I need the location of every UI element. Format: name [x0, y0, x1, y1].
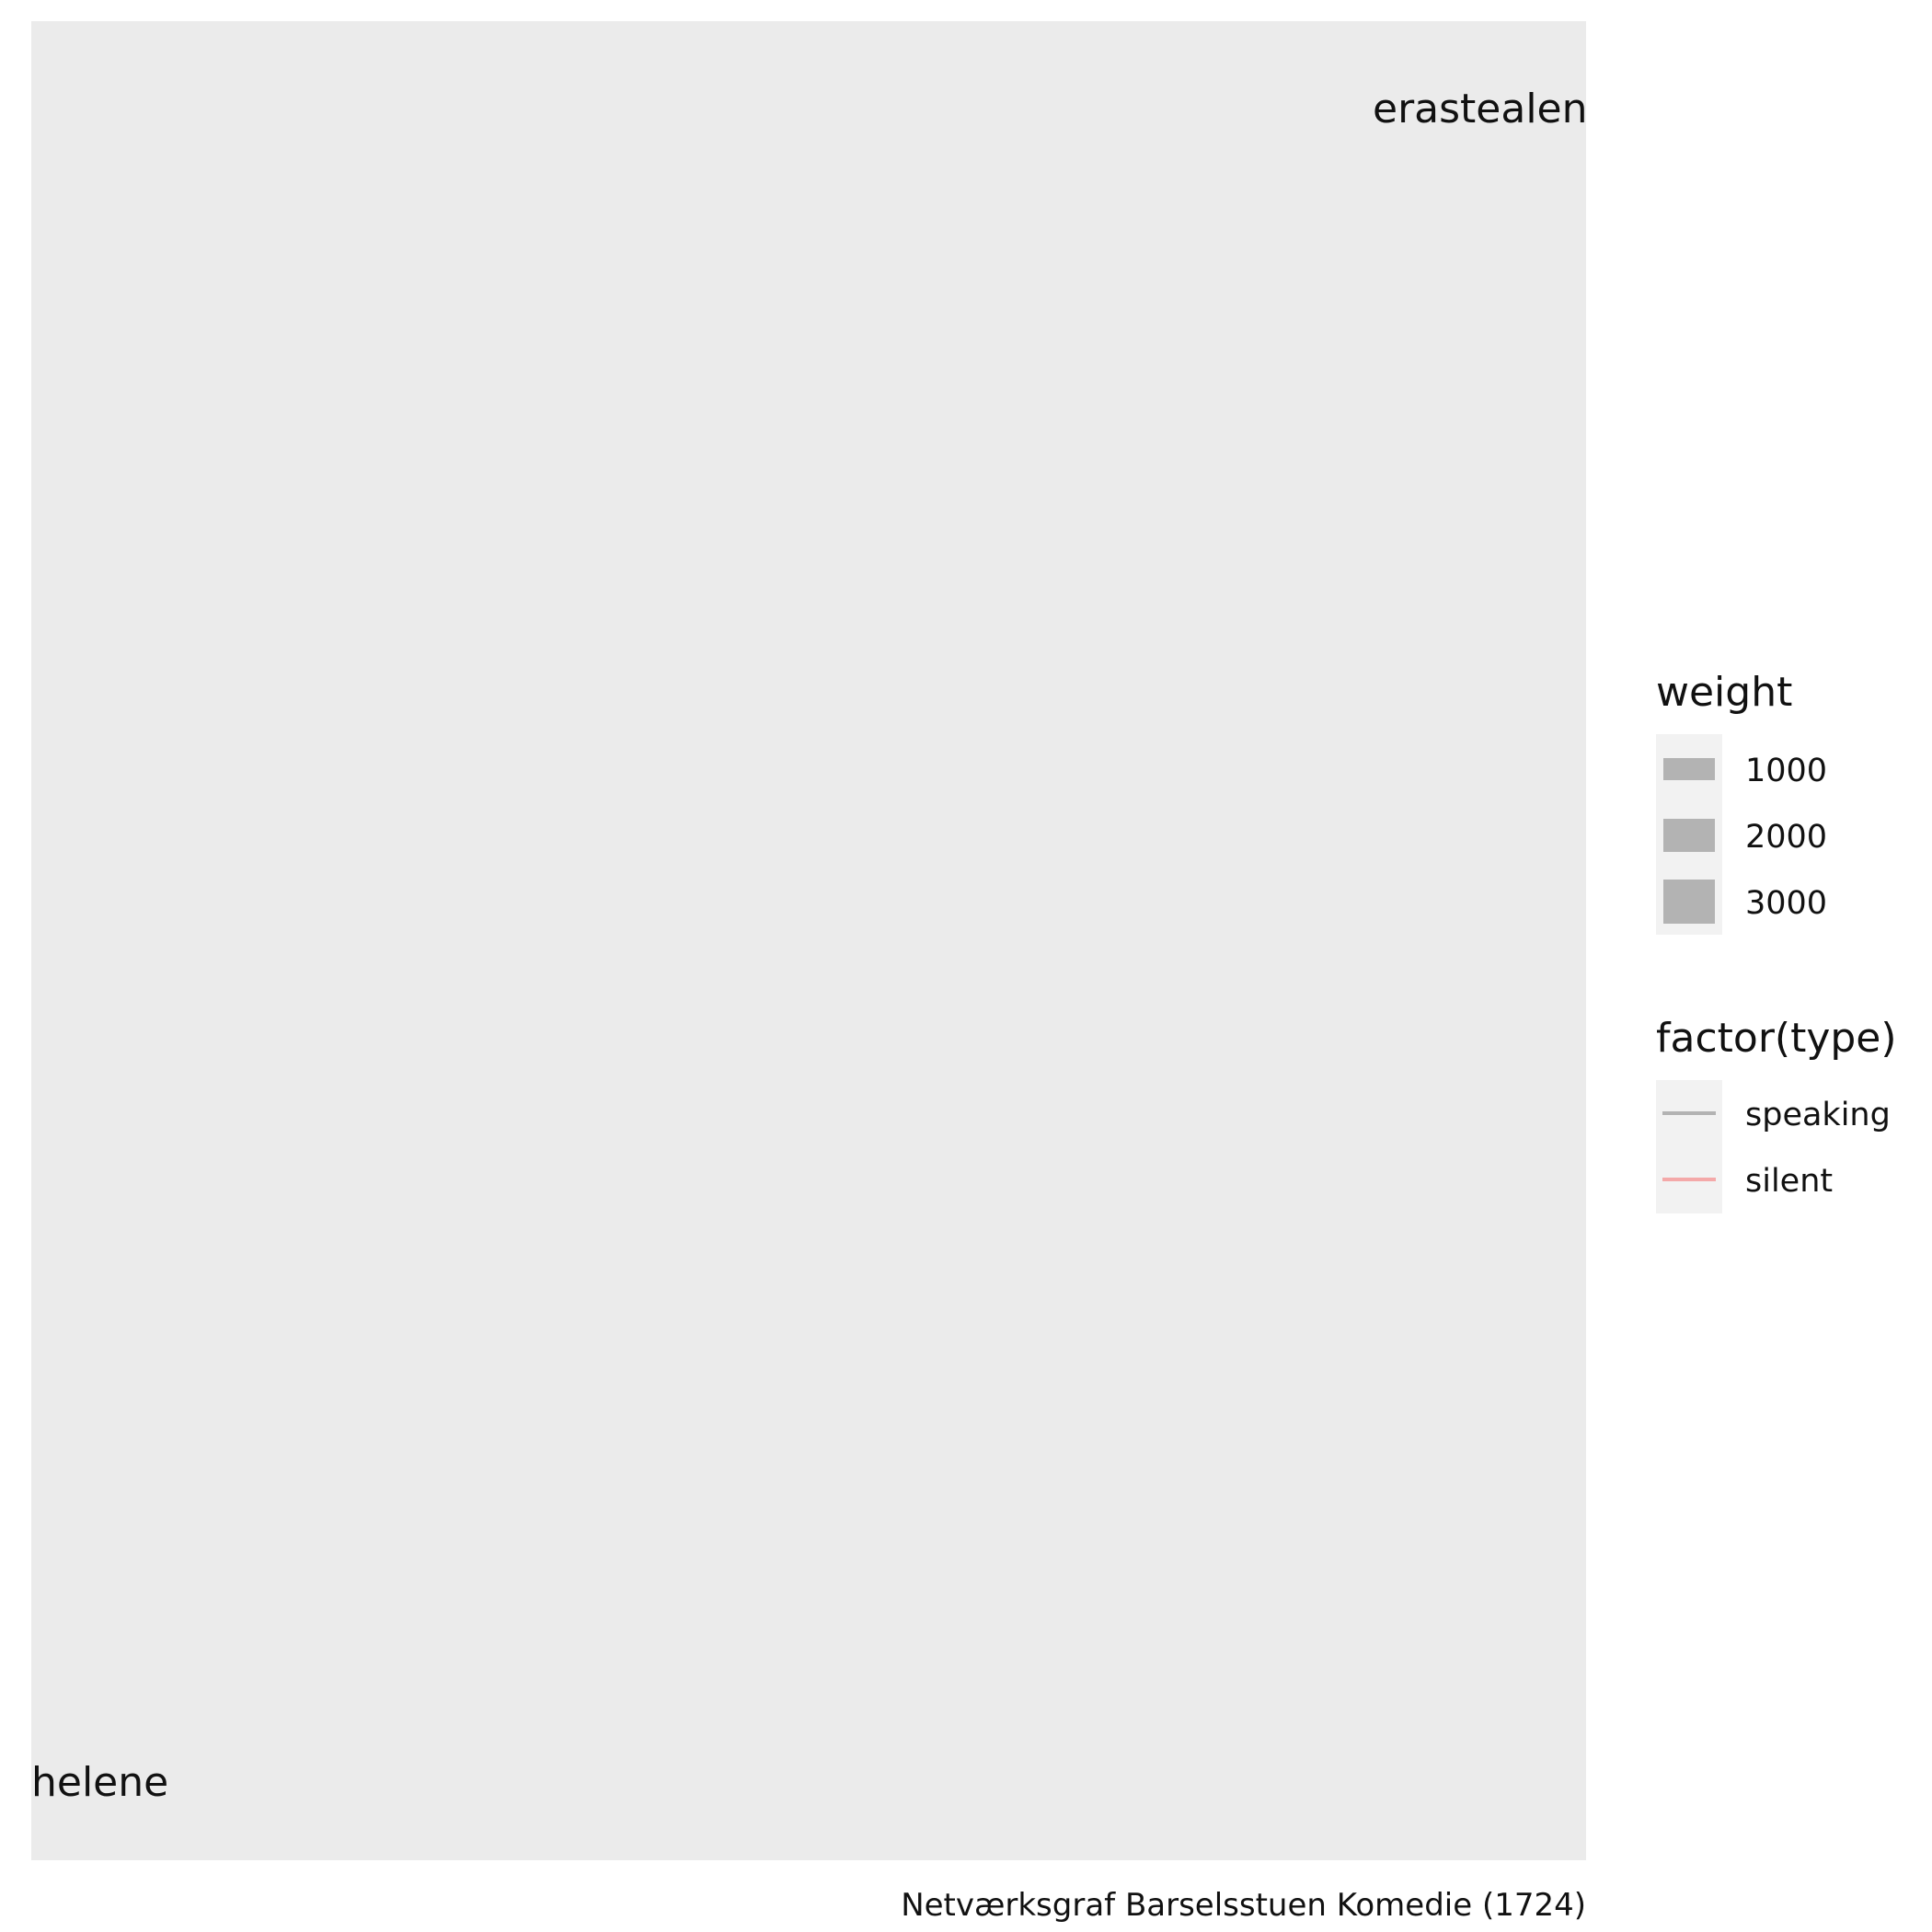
legend-key-weight-1000 [1663, 758, 1715, 780]
chart-caption: Netværksgraf Barselsstuen Komedie (1724) [901, 1887, 1586, 1924]
node-label-erastealen: erastealen [1373, 86, 1588, 132]
legend-label-weight-3000: 3000 [1745, 885, 1827, 922]
legend-key-weight-3000 [1663, 880, 1715, 924]
legend-label-weight-1000: 1000 [1745, 753, 1827, 789]
legend-key-background-type [1656, 1080, 1722, 1213]
node-label-helene: helene [31, 1759, 168, 1806]
legend-label-type-speaking: speaking [1745, 1097, 1891, 1133]
legend-label-type-silent: silent [1745, 1163, 1833, 1200]
legend-title-weight: weight [1656, 669, 1792, 716]
plot-panel [31, 21, 1586, 1860]
legend-label-weight-2000: 2000 [1745, 819, 1827, 856]
network-graph-chart: erastealen helene weight 1000 2000 3000 facto… [31, 21, 1897, 1924]
legend-key-weight-2000 [1663, 819, 1715, 852]
legend-title-type: factor(type) [1656, 1015, 1897, 1062]
legend: weight 1000 2000 3000 factor(type) speaking si… [1656, 669, 1897, 1213]
